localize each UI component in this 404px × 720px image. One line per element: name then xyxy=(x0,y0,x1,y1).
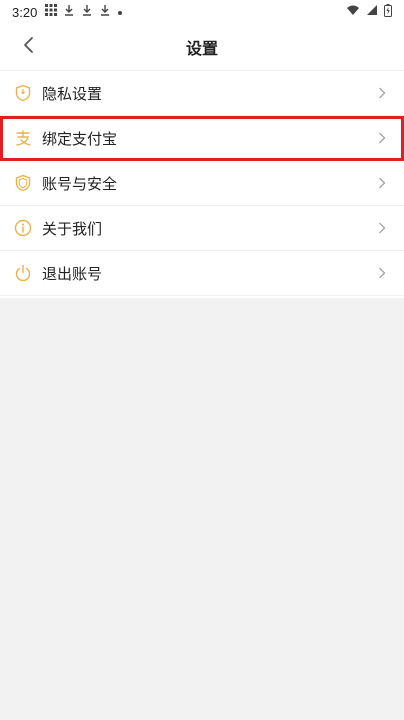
settings-item-label: 隐私设置 xyxy=(42,84,103,103)
settings-item-label: 绑定支付宝 xyxy=(42,129,118,148)
settings-item-label: 账号与安全 xyxy=(42,174,118,193)
back-button[interactable] xyxy=(10,24,46,70)
chevron-right-icon xyxy=(376,132,388,144)
settings-item-logout[interactable]: 退出账号 xyxy=(0,251,404,296)
status-time: 3:20 xyxy=(12,4,38,20)
settings-item-about-us[interactable]: 关于我们 xyxy=(0,206,404,251)
battery-icon xyxy=(384,3,392,21)
status-left-icons xyxy=(45,4,123,20)
chevron-right-icon xyxy=(376,222,388,234)
settings-item-privacy[interactable]: 隐私设置 xyxy=(0,71,404,116)
wifi-icon xyxy=(346,4,360,20)
chevron-right-icon xyxy=(376,267,388,279)
status-bar: 3:20 xyxy=(0,0,404,24)
dot-icon xyxy=(117,5,123,20)
download-icon xyxy=(99,4,111,20)
settings-item-label: 关于我们 xyxy=(42,219,103,238)
settings-item-bind-alipay[interactable]: 绑定支付宝 xyxy=(0,116,404,161)
alipay-icon xyxy=(14,129,32,147)
settings-list: 隐私设置 绑定支付宝 账号与安全 关于我们 退出账号 xyxy=(0,71,404,296)
download-icon xyxy=(63,4,75,20)
security-shield-icon xyxy=(14,174,32,192)
signal-icon xyxy=(366,4,378,20)
settings-item-account-security[interactable]: 账号与安全 xyxy=(0,161,404,206)
status-left: 3:20 xyxy=(12,4,123,20)
empty-background-area xyxy=(0,298,404,720)
chevron-right-icon xyxy=(376,87,388,99)
chevron-right-icon xyxy=(376,177,388,189)
download-icon xyxy=(81,4,93,20)
grid-icon xyxy=(45,4,58,20)
power-icon xyxy=(14,264,32,282)
settings-item-label: 退出账号 xyxy=(42,264,103,283)
settings-screen: 3:20 设置 隐私设置 绑定支付宝 账号与安全 关于我们 退出账号 xyxy=(0,0,404,720)
info-icon xyxy=(14,219,32,237)
app-bar: 设置 xyxy=(0,24,404,71)
page-title: 设置 xyxy=(185,39,218,58)
chevron-left-icon xyxy=(22,36,34,58)
privacy-shield-icon xyxy=(14,84,32,102)
status-right-icons xyxy=(346,3,392,21)
